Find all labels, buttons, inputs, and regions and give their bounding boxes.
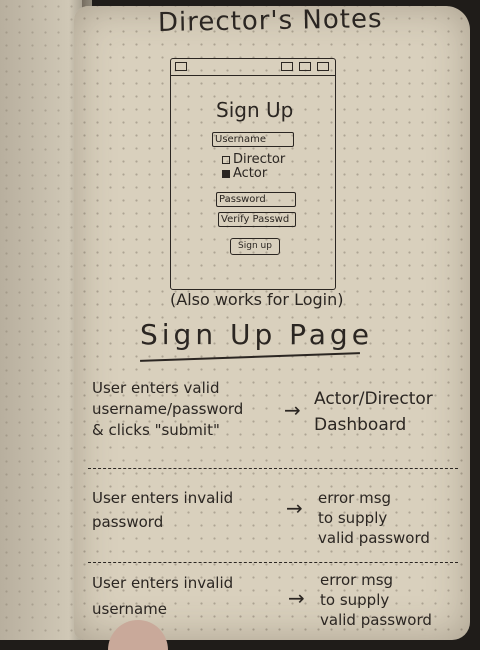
checkbox-checked-icon — [222, 169, 230, 178]
role-option-label: Director — [233, 152, 286, 167]
window-close-icon — [317, 62, 329, 71]
scenario-result: error msg to supply valid password — [320, 570, 432, 630]
section-divider — [88, 562, 458, 563]
arrow-right-icon: → — [286, 496, 303, 520]
scenario-result: error msg to supply valid password — [318, 488, 430, 548]
username-field[interactable]: Username — [212, 132, 294, 147]
checkbox-icon — [222, 155, 230, 164]
role-option-label: Actor — [233, 166, 268, 181]
condition-line: password — [92, 513, 164, 531]
condition-line: username — [92, 600, 167, 618]
signup-heading: Sign Up — [216, 98, 294, 122]
wireframe-caption: (Also works for Login) — [170, 290, 344, 309]
arrow-right-icon: → — [284, 398, 301, 422]
result-line: Dashboard — [314, 415, 407, 435]
verify-password-field[interactable]: Verify Passwd — [218, 212, 296, 227]
arrow-right-icon: → — [288, 586, 305, 610]
signup-button[interactable]: Sign up — [230, 238, 280, 255]
result-line: to supply — [320, 591, 390, 609]
scenario-condition: User enters invalid username — [92, 570, 233, 622]
condition-line: User enters invalid — [92, 574, 234, 592]
result-line: valid password — [320, 611, 432, 629]
scenario-condition: User enters valid username/password & cl… — [92, 378, 243, 441]
result-line: Actor/Director — [314, 389, 433, 409]
result-line: error msg — [318, 489, 392, 507]
section-divider — [88, 468, 458, 469]
result-line: to supply — [318, 509, 388, 527]
window-minimize-icon — [281, 62, 293, 71]
wireframe-titlebar — [171, 59, 335, 76]
condition-line: username/password — [92, 400, 244, 418]
condition-line: & clicks "submit" — [92, 421, 220, 439]
result-line: error msg — [320, 571, 394, 589]
role-option-director[interactable]: Director — [222, 152, 285, 167]
page-label: Sign Up Page — [140, 318, 373, 351]
scenario-condition: User enters invalid password — [92, 486, 233, 534]
role-option-actor[interactable]: Actor — [222, 166, 267, 181]
result-line: valid password — [318, 529, 430, 547]
window-maximize-icon — [299, 62, 311, 71]
condition-line: User enters invalid — [92, 489, 234, 507]
scenario-result: Actor/Director Dashboard — [314, 386, 433, 438]
condition-line: User enters valid — [92, 379, 220, 397]
window-menu-icon — [175, 62, 187, 71]
page-title: Director's Notes — [157, 4, 383, 38]
password-field[interactable]: Password — [216, 192, 296, 207]
